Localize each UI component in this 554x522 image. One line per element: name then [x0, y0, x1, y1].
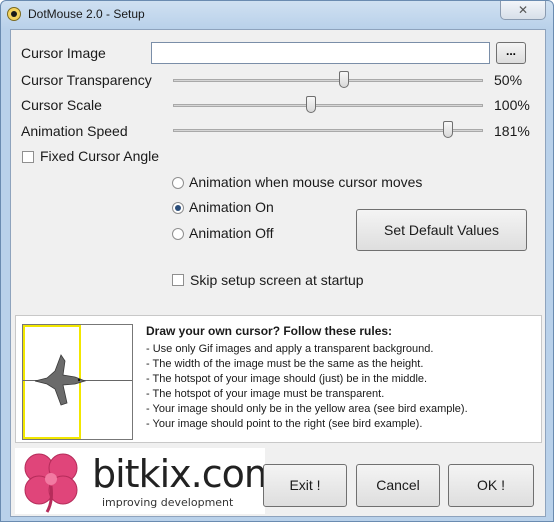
rule-item: - Your image should point to the right (… [146, 418, 423, 430]
close-icon: ✕ [517, 3, 529, 17]
speed-track [173, 129, 483, 132]
fixed-angle-checkbox[interactable] [22, 151, 34, 163]
scale-track [173, 104, 483, 107]
scale-label: Cursor Scale [21, 97, 102, 113]
skip-setup-label: Skip setup screen at startup [190, 272, 364, 288]
bird-icon [34, 354, 87, 406]
transparency-track [173, 79, 483, 82]
ok-button[interactable]: OK ! [448, 464, 534, 507]
set-default-values-button[interactable]: Set Default Values [356, 209, 527, 251]
cursor-rules-panel: Draw your own cursor? Follow these rules… [15, 315, 542, 443]
transparency-label: Cursor Transparency [21, 72, 152, 88]
setup-window: DotMouse 2.0 - Setup ✕ Cursor Image ... … [0, 0, 554, 522]
transparency-value: 50% [494, 72, 523, 88]
bird-example-image [22, 324, 133, 440]
dotmouse-app-icon [7, 7, 21, 21]
radio-animation-off[interactable] [172, 228, 184, 240]
radio-animation-on-label: Animation On [189, 199, 274, 215]
scale-value: 100% [494, 97, 530, 113]
window-title: DotMouse 2.0 - Setup [28, 7, 145, 21]
skip-setup-checkbox[interactable] [172, 274, 184, 286]
rule-item: - Your image should only be in the yello… [146, 403, 468, 415]
speed-thumb[interactable] [443, 121, 453, 138]
setup-panel: Cursor Image ... Cursor Transparency 50%… [10, 29, 546, 517]
radio-animation-moves-label: Animation when mouse cursor moves [189, 174, 423, 190]
title-bar[interactable]: DotMouse 2.0 - Setup ✕ [1, 1, 553, 29]
speed-slider[interactable] [173, 120, 483, 140]
logo-text: bitkix.com [92, 452, 281, 496]
cancel-button[interactable]: Cancel [356, 464, 440, 507]
rule-item: - Use only Gif images and apply a transp… [146, 343, 434, 355]
scale-slider[interactable] [173, 95, 483, 115]
rules-title: Draw your own cursor? Follow these rules… [146, 324, 393, 338]
radio-animation-on[interactable] [172, 202, 184, 214]
cursor-image-input[interactable] [151, 42, 490, 64]
transparency-slider[interactable] [173, 70, 483, 90]
clover-icon [24, 453, 78, 513]
rule-item: - The hotspot of your image must be tran… [146, 388, 385, 400]
scale-thumb[interactable] [306, 96, 316, 113]
close-button[interactable]: ✕ [500, 1, 546, 20]
browse-button[interactable]: ... [496, 42, 526, 64]
radio-animation-moves[interactable] [172, 177, 184, 189]
exit-button[interactable]: Exit ! [263, 464, 347, 507]
transparency-thumb[interactable] [339, 71, 349, 88]
logo-tagline: improving development [102, 496, 234, 509]
speed-value: 181% [494, 123, 530, 139]
fixed-angle-label: Fixed Cursor Angle [40, 148, 160, 164]
radio-animation-off-label: Animation Off [189, 225, 274, 241]
speed-label: Animation Speed [21, 123, 128, 139]
rule-item: - The width of the image must be the sam… [146, 358, 424, 370]
cursor-image-label: Cursor Image [21, 45, 106, 61]
rule-item: - The hotspot of your image should (just… [146, 373, 428, 385]
bitkix-logo: bitkix.com improving development [15, 448, 281, 514]
